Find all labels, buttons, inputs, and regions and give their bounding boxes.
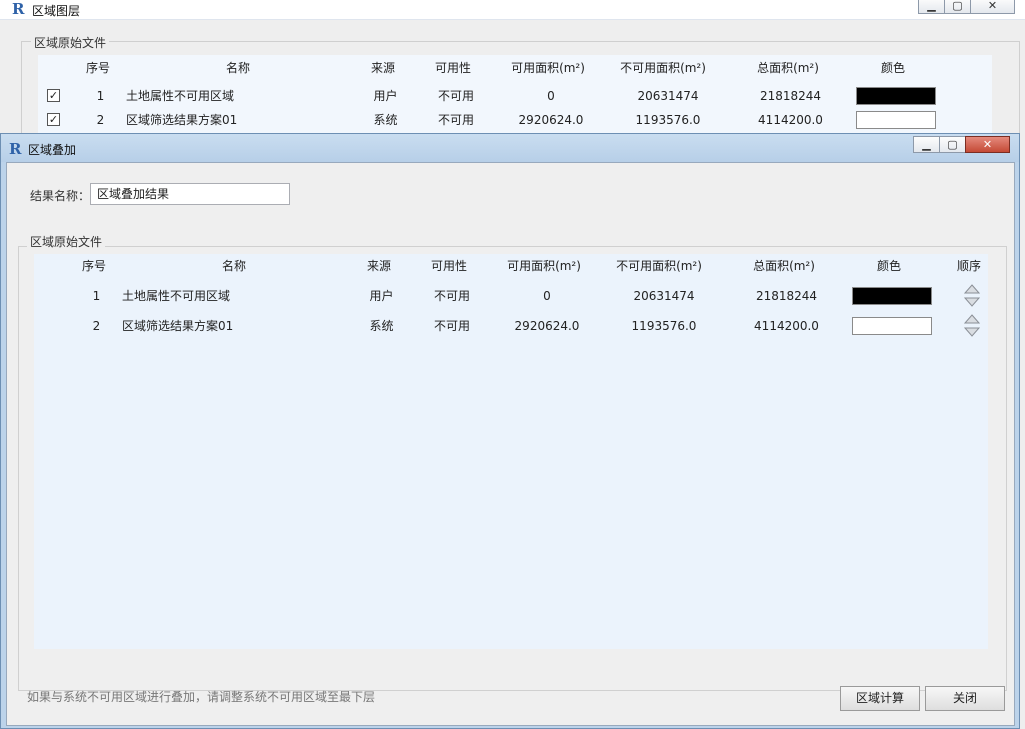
row-color-swatch[interactable] bbox=[852, 287, 932, 305]
row-unavailable-area: 20631474 bbox=[633, 289, 695, 303]
maximize-icon[interactable]: ▢ bbox=[944, 0, 971, 14]
row-name: 土地属性不可用区域 bbox=[126, 89, 235, 103]
result-name-input[interactable]: 区域叠加结果 bbox=[90, 183, 290, 205]
row-source: 系统 bbox=[373, 113, 398, 127]
row-available-area: 0 bbox=[547, 89, 555, 103]
triangle-down-icon[interactable] bbox=[964, 297, 980, 307]
list-header: 序号 名称 来源 可用性 可用面积(m²) 不可用面积(m²) 总面积(m²) … bbox=[34, 251, 988, 281]
row-color-swatch[interactable] bbox=[852, 317, 932, 335]
close-icon[interactable]: ✕ bbox=[970, 0, 1015, 14]
row-color-swatch[interactable] bbox=[856, 87, 936, 105]
table-row[interactable]: ✓ 2 区域筛选结果方案01 系统 不可用 2920624.0 1193576.… bbox=[38, 108, 992, 132]
triangle-up-icon[interactable] bbox=[964, 314, 980, 324]
window-titlebar: R 区域图层 ▁ ▢ ✕ bbox=[0, 0, 1025, 20]
row-total-area: 4114200.0 bbox=[754, 319, 819, 333]
table-row[interactable]: ✓ 1 土地属性不可用区域 用户 不可用 0 20631474 21818244 bbox=[38, 84, 992, 108]
column-header[interactable]: 名称 bbox=[168, 56, 308, 80]
dialog-title: 区域叠加 bbox=[28, 143, 77, 157]
row-source: 用户 bbox=[373, 89, 398, 103]
triangle-down-icon[interactable] bbox=[964, 327, 980, 337]
dialog-titlebar[interactable]: R 区域叠加 ▁ ▢ ✕ bbox=[1, 134, 1019, 162]
calculate-region-button[interactable]: 区域计算 bbox=[840, 686, 920, 711]
row-available-area: 0 bbox=[543, 289, 551, 303]
maximize-icon[interactable]: ▢ bbox=[939, 136, 966, 153]
column-header[interactable]: 序号 bbox=[78, 56, 118, 80]
window-title: 区域图层 bbox=[32, 4, 81, 18]
column-header[interactable]: 颜色 bbox=[863, 56, 923, 80]
row-availability: 不可用 bbox=[437, 89, 474, 103]
column-header[interactable]: 名称 bbox=[164, 251, 304, 281]
minimize-icon[interactable]: ▁ bbox=[918, 0, 945, 14]
column-header[interactable]: 总面积(m²) bbox=[743, 56, 833, 80]
row-available-area: 2920624.0 bbox=[518, 113, 584, 127]
hint-text: 如果与系统不可用区域进行叠加，请调整系统不可用区域至最下层 bbox=[27, 690, 376, 704]
row-source: 系统 bbox=[369, 319, 394, 333]
row-index: 2 bbox=[92, 319, 101, 333]
close-button[interactable]: 关闭 bbox=[925, 686, 1005, 711]
column-header[interactable]: 顺序 bbox=[949, 251, 989, 281]
row-total-area: 21818244 bbox=[759, 89, 822, 103]
column-header[interactable]: 序号 bbox=[74, 251, 114, 281]
region-list: 序号 名称 来源 可用性 可用面积(m²) 不可用面积(m²) 总面积(m²) … bbox=[34, 254, 988, 649]
row-index: 1 bbox=[92, 289, 101, 303]
minimize-icon[interactable]: ▁ bbox=[913, 136, 940, 153]
row-total-area: 21818244 bbox=[755, 289, 818, 303]
region-list: 序号 名称 来源 可用性 可用面积(m²) 不可用面积(m²) 总面积(m²) … bbox=[38, 55, 992, 153]
column-header[interactable]: 颜色 bbox=[859, 251, 919, 281]
column-header[interactable]: 来源 bbox=[354, 251, 404, 281]
row-name: 区域筛选结果方案01 bbox=[122, 319, 234, 333]
result-name-label: 结果名称： bbox=[30, 189, 91, 203]
row-total-area: 4114200.0 bbox=[758, 113, 823, 127]
revit-logo-icon: R bbox=[9, 140, 22, 158]
column-header[interactable]: 可用性 bbox=[423, 56, 483, 80]
row-name: 区域筛选结果方案01 bbox=[126, 113, 238, 127]
revit-logo-icon: R bbox=[12, 0, 25, 18]
row-unavailable-area: 20631474 bbox=[637, 89, 699, 103]
group-title: 区域原始文件 bbox=[31, 34, 110, 51]
row-availability: 不可用 bbox=[433, 319, 470, 333]
triangle-up-icon[interactable] bbox=[964, 284, 980, 294]
list-header: 序号 名称 来源 可用性 可用面积(m²) 不可用面积(m²) 总面积(m²) … bbox=[38, 56, 992, 80]
group-title: 区域原始文件 bbox=[27, 233, 106, 250]
column-header[interactable]: 可用面积(m²) bbox=[494, 251, 594, 281]
table-row[interactable]: 2 区域筛选结果方案01 系统 不可用 2920624.0 1193576.0 … bbox=[34, 311, 988, 341]
row-available-area: 2920624.0 bbox=[514, 319, 580, 333]
row-source: 用户 bbox=[369, 289, 394, 303]
row-availability: 不可用 bbox=[433, 289, 470, 303]
row-name: 土地属性不可用区域 bbox=[122, 289, 231, 303]
close-icon[interactable]: ✕ bbox=[965, 136, 1010, 153]
column-header[interactable]: 不可用面积(m²) bbox=[604, 251, 714, 281]
column-header[interactable]: 可用面积(m²) bbox=[498, 56, 598, 80]
row-unavailable-area: 1193576.0 bbox=[635, 113, 701, 127]
column-header[interactable]: 总面积(m²) bbox=[739, 251, 829, 281]
row-unavailable-area: 1193576.0 bbox=[631, 319, 697, 333]
region-overlay-dialog: R 区域叠加 ▁ ▢ ✕ 结果名称： 区域叠加结果 区域原始文件 序号 名称 来… bbox=[0, 133, 1020, 729]
row-checkbox[interactable]: ✓ bbox=[47, 89, 60, 102]
row-index: 2 bbox=[96, 113, 105, 127]
row-availability: 不可用 bbox=[437, 113, 474, 127]
dialog-body: 结果名称： 区域叠加结果 区域原始文件 序号 名称 来源 可用性 可用面积(m²… bbox=[6, 162, 1015, 726]
column-header[interactable]: 不可用面积(m²) bbox=[608, 56, 718, 80]
column-header[interactable]: 来源 bbox=[358, 56, 408, 80]
table-row[interactable]: 1 土地属性不可用区域 用户 不可用 0 20631474 21818244 bbox=[34, 281, 988, 311]
row-index: 1 bbox=[96, 89, 105, 103]
column-header[interactable]: 可用性 bbox=[419, 251, 479, 281]
row-checkbox[interactable]: ✓ bbox=[47, 113, 60, 126]
row-color-swatch[interactable] bbox=[856, 111, 936, 129]
